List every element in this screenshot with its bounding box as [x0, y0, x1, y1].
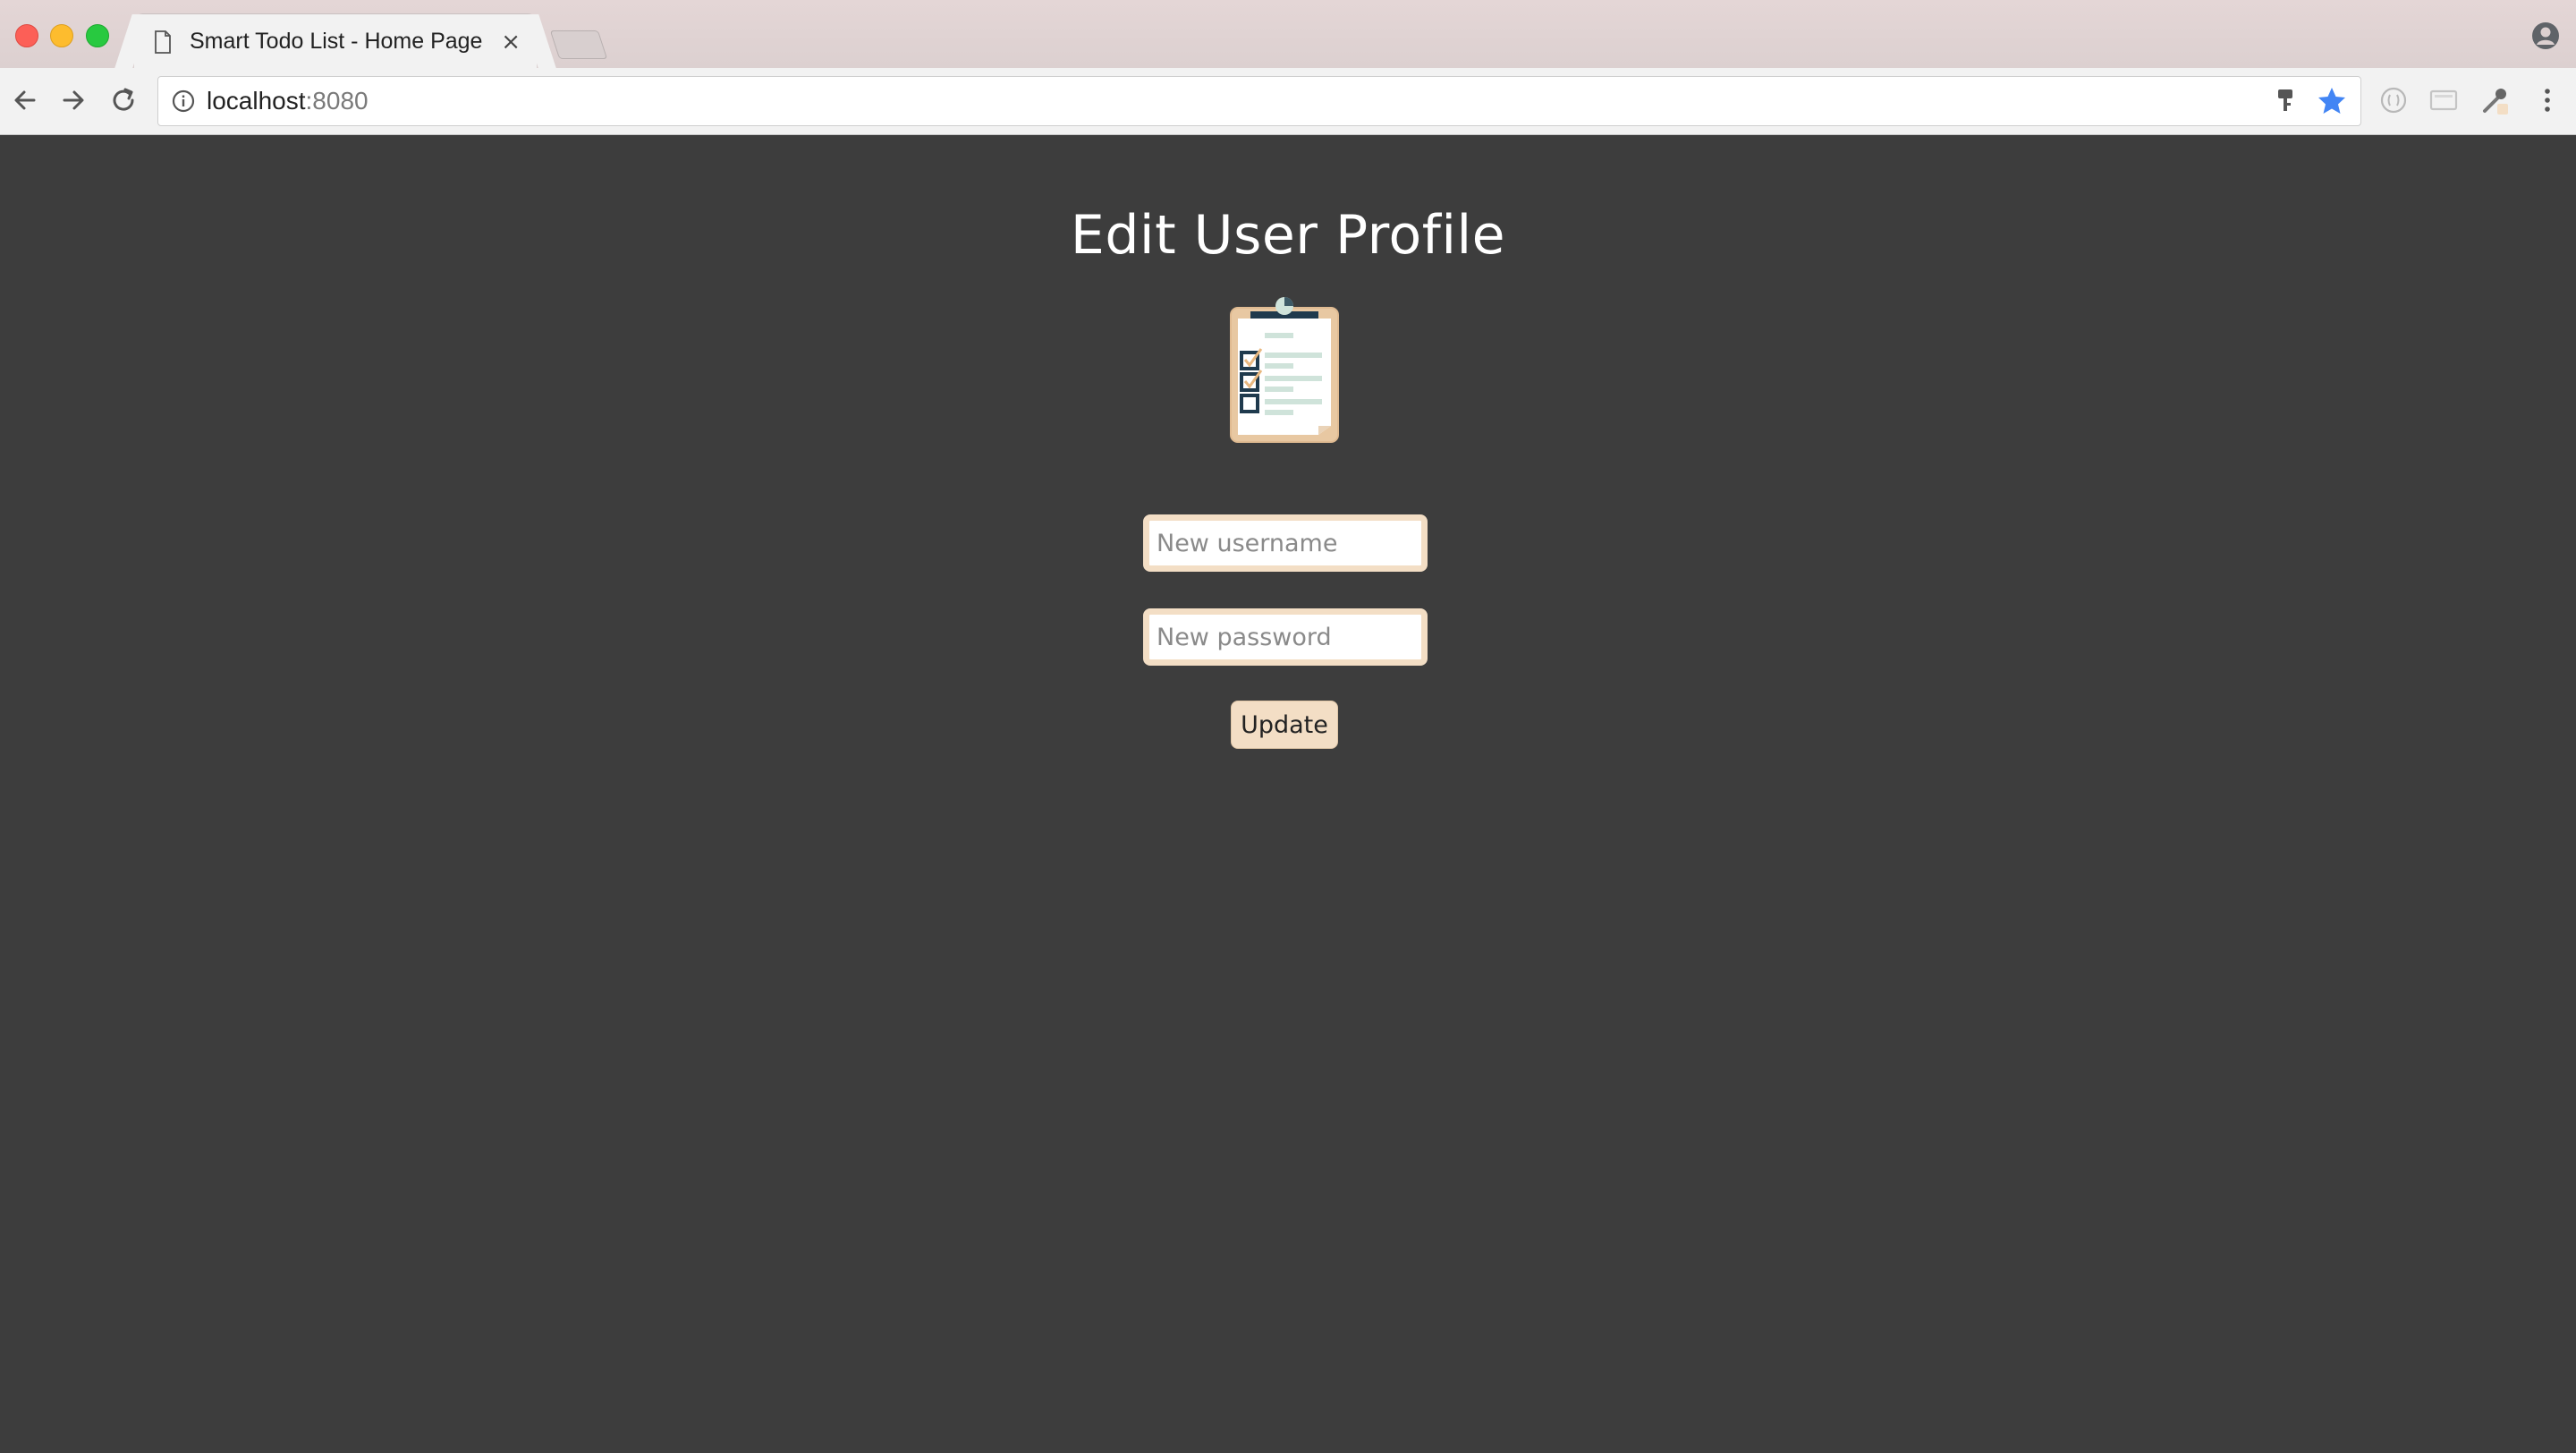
key-icon[interactable] [2275, 88, 2296, 115]
browser-chrome: Smart Todo List - Home Page × localhost:… [0, 0, 2576, 135]
username-input[interactable] [1143, 514, 1428, 572]
back-arrow-icon[interactable] [9, 84, 41, 116]
password-input[interactable] [1143, 608, 1428, 666]
eyedropper-icon[interactable] [2479, 84, 2512, 116]
tab-title: Smart Todo List - Home Page [190, 29, 483, 54]
new-tab-button[interactable] [549, 30, 608, 59]
document-icon [155, 30, 171, 54]
minimize-window-icon[interactable] [50, 24, 73, 47]
extension-icon[interactable] [2377, 84, 2410, 116]
address-bar[interactable]: localhost:8080 [157, 76, 2361, 126]
forward-arrow-icon[interactable] [57, 84, 89, 116]
clipboard-checklist-icon [1230, 297, 1339, 443]
url-port: :8080 [305, 87, 369, 115]
tab-close-icon[interactable]: × [501, 29, 521, 55]
update-button[interactable]: Update [1231, 701, 1338, 749]
info-icon[interactable] [171, 89, 196, 114]
browser-toolbar: localhost:8080 [0, 68, 2576, 135]
browser-tab[interactable]: Smart Todo List - Home Page × [134, 14, 537, 68]
profile-icon[interactable] [2531, 21, 2560, 50]
close-window-icon[interactable] [15, 24, 38, 47]
reload-icon[interactable] [107, 84, 140, 116]
url-host: localhost [207, 87, 306, 115]
cast-icon[interactable] [2428, 84, 2460, 116]
kebab-menu-icon[interactable] [2531, 84, 2563, 116]
maximize-window-icon[interactable] [86, 24, 109, 47]
page-title: Edit User Profile [1070, 204, 1506, 267]
tab-strip: Smart Todo List - Home Page × [0, 0, 2576, 68]
url-text[interactable]: localhost:8080 [207, 87, 369, 115]
star-icon[interactable] [2316, 85, 2348, 117]
